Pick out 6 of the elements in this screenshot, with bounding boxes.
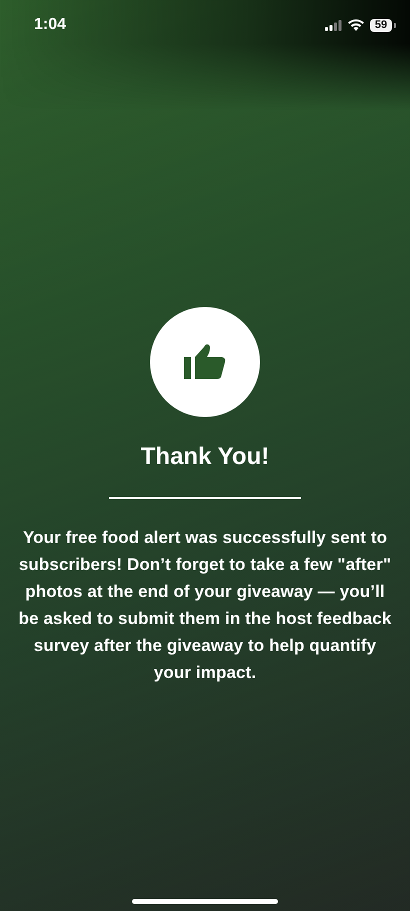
thumbs-up-icon: [184, 343, 226, 381]
status-time: 1:04: [34, 16, 66, 34]
wifi-icon: [348, 19, 364, 31]
thank-you-title: Thank You!: [140, 443, 270, 471]
confirmation-message: Your free food alert was successfully sent to subscribers! Don’t forget to take a few "after" photos at the end of your giveaway — you’ll be asked to submit them in the host feedback survey after the giveaway to help quantify your impact.: [18, 527, 392, 684]
signal-icon: [325, 20, 342, 30]
